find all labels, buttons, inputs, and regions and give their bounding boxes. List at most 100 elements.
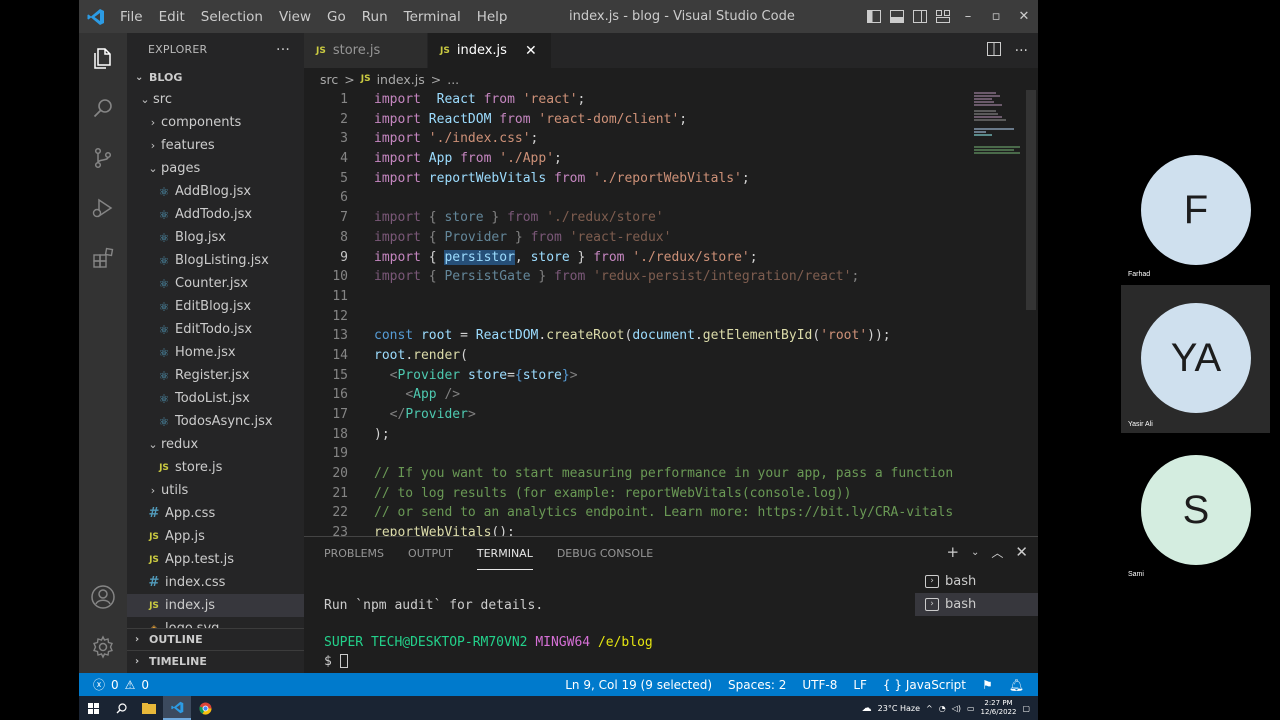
menu-run[interactable]: Run	[354, 9, 396, 25]
menu-help[interactable]: Help	[469, 9, 516, 25]
outline-section[interactable]: › OUTLINE	[127, 628, 304, 650]
timeline-section[interactable]: › TIMELINE	[127, 650, 304, 672]
breadcrumb-more[interactable]: ...	[447, 72, 459, 87]
toggle-panel-icon[interactable]	[885, 0, 908, 33]
folder-item[interactable]: › utils	[127, 479, 304, 502]
folder-item[interactable]: › components	[127, 111, 304, 134]
editor-more-icon[interactable]: ···	[1015, 43, 1028, 59]
taskbar-search-icon[interactable]	[107, 696, 135, 720]
file-item[interactable]: JS store.js	[127, 456, 304, 479]
file-item[interactable]: ⚛ EditBlog.jsx	[127, 295, 304, 318]
volume-icon[interactable]: ◁)	[952, 704, 961, 713]
panel-tab-terminal[interactable]: TERMINAL	[476, 537, 533, 570]
folder-item[interactable]: › features	[127, 134, 304, 157]
breadcrumb-folder[interactable]: src	[320, 72, 338, 87]
file-item[interactable]: ⚛ AddTodo.jsx	[127, 203, 304, 226]
restore-icon[interactable]: ▫	[982, 0, 1010, 33]
customize-layout-icon[interactable]	[931, 0, 954, 33]
menu-edit[interactable]: Edit	[151, 9, 193, 25]
explorer-title: EXPLORER	[148, 43, 208, 56]
split-editor-icon[interactable]	[986, 41, 1001, 60]
close-window-icon[interactable]: ✕	[1010, 0, 1038, 33]
menu-terminal[interactable]: Terminal	[396, 9, 469, 25]
weather-text[interactable]: 23°C Haze	[878, 704, 920, 713]
notification-center-icon[interactable]: ▢	[1022, 704, 1030, 713]
panel-tab-problems[interactable]: PROBLEMS	[324, 537, 384, 570]
avatar: F	[1141, 155, 1251, 265]
file-item[interactable]: ⚛ Counter.jsx	[127, 272, 304, 295]
scrollbar-thumb[interactable]	[1026, 90, 1036, 310]
tab-index-js[interactable]: JS index.js ✕	[428, 33, 552, 68]
toggle-secondary-sidebar-icon[interactable]	[908, 0, 931, 33]
workspace-root[interactable]: ⌄ BLOG	[127, 66, 304, 88]
line-ending[interactable]: LF	[853, 678, 867, 692]
terminal-list-item[interactable]: › bash	[915, 593, 1038, 616]
indentation[interactable]: Spaces: 2	[728, 678, 786, 692]
accounts-icon[interactable]	[79, 573, 127, 621]
settings-gear-icon[interactable]	[79, 623, 127, 671]
file-item[interactable]: JS App.test.js	[127, 548, 304, 571]
file-item[interactable]: ⚛ BlogListing.jsx	[127, 249, 304, 272]
minimize-icon[interactable]: –	[954, 0, 982, 33]
encoding[interactable]: UTF-8	[802, 678, 837, 692]
feedback-icon[interactable]: ⚑	[982, 678, 993, 692]
tray-chevron-icon[interactable]: ^	[926, 704, 933, 713]
problems-status[interactable]: ⓧ 0 ⚠ 0	[79, 676, 149, 693]
minimap[interactable]	[972, 90, 1022, 170]
file-item[interactable]: ◈logo.svg	[127, 617, 304, 628]
file-item[interactable]: ⚛ EditTodo.jsx	[127, 318, 304, 341]
file-item[interactable]: ⚛ Register.jsx	[127, 364, 304, 387]
screen: File Edit Selection View Go Run Terminal Help i…	[0, 0, 1280, 720]
file-item[interactable]: JS index.js	[127, 594, 304, 617]
panel-tab-debug-console[interactable]: DEBUG CONSOLE	[557, 537, 653, 570]
file-item[interactable]: ⚛ Home.jsx	[127, 341, 304, 364]
editor-tabs: JS store.js JS index.js ✕ ···	[304, 33, 1038, 68]
menu-view[interactable]: View	[271, 9, 319, 25]
tab-store-js[interactable]: JS store.js	[304, 33, 428, 68]
notifications-bell-icon[interactable]: 🔔︎	[1009, 678, 1024, 692]
menu-selection[interactable]: Selection	[193, 9, 271, 25]
folder-item[interactable]: ⌄ redux	[127, 433, 304, 456]
file-explorer-icon[interactable]	[135, 696, 163, 720]
extensions-icon[interactable]	[79, 233, 127, 283]
menu-go[interactable]: Go	[319, 9, 354, 25]
toggle-sidebar-icon[interactable]	[862, 0, 885, 33]
terminal-list-item[interactable]: › bash	[915, 570, 1038, 593]
search-icon[interactable]	[79, 83, 127, 133]
source-control-icon[interactable]	[79, 133, 127, 183]
panel-tab-output[interactable]: OUTPUT	[408, 537, 453, 570]
network-icon[interactable]: ◔	[939, 704, 946, 713]
file-item[interactable]: JS App.js	[127, 525, 304, 548]
language-mode[interactable]: { } JavaScript	[883, 678, 966, 692]
code-token: );	[374, 426, 390, 442]
explorer-icon[interactable]	[79, 33, 127, 83]
close-tab-icon[interactable]: ✕	[525, 43, 537, 59]
chrome-icon[interactable]	[191, 696, 219, 720]
battery-icon[interactable]: ▭	[967, 704, 975, 713]
breadcrumb-file[interactable]: index.js	[377, 72, 425, 87]
code-editor[interactable]: 1 import React from 'react'; 2 import React…	[304, 90, 964, 536]
close-panel-icon[interactable]: ✕	[1015, 543, 1028, 561]
file-item[interactable]: ⚛ Blog.jsx	[127, 226, 304, 249]
file-item[interactable]: ⚛ TodosAsync.jsx	[127, 410, 304, 433]
vscode-taskbar-icon[interactable]	[163, 696, 191, 720]
cursor-position[interactable]: Ln 9, Col 19 (9 selected)	[565, 678, 712, 692]
maximize-panel-icon[interactable]: ︿	[991, 544, 1003, 561]
clock[interactable]: 2:27 PM 12/6/2022	[981, 699, 1017, 717]
code-line: 22 // or send to an analytics endpoint. L…	[304, 503, 964, 523]
explorer-more-icon[interactable]: ···	[276, 42, 290, 58]
editor-scrollbar[interactable]	[1024, 90, 1038, 536]
code-token: from	[460, 151, 492, 167]
folder-item[interactable]: ⌄ src	[127, 88, 304, 111]
terminal-output[interactable]: Run `npm audit` for details. SUPER TECH@…	[324, 597, 653, 671]
new-terminal-icon[interactable]: +	[946, 543, 959, 561]
menu-file[interactable]: File	[112, 9, 151, 25]
file-item[interactable]: ⚛ TodoList.jsx	[127, 387, 304, 410]
windows-start-icon[interactable]	[79, 696, 107, 720]
folder-item[interactable]: ⌄ pages	[127, 157, 304, 180]
file-item[interactable]: # App.css	[127, 502, 304, 525]
file-item[interactable]: # index.css	[127, 571, 304, 594]
chevron-down-icon[interactable]: ⌄	[971, 547, 979, 558]
run-debug-icon[interactable]	[79, 183, 127, 233]
file-item[interactable]: ⚛ AddBlog.jsx	[127, 180, 304, 203]
